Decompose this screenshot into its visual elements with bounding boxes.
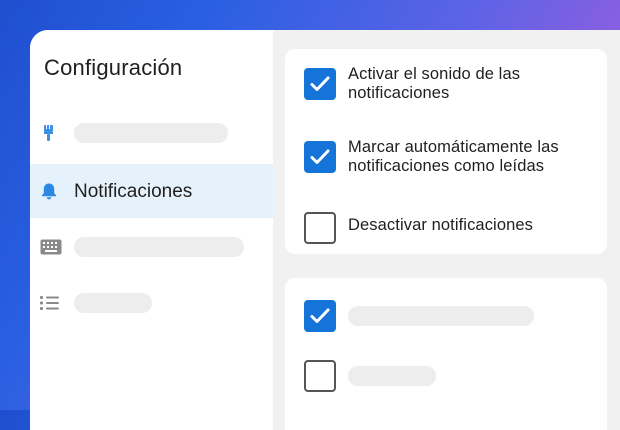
checkbox-unchecked[interactable] — [304, 212, 336, 244]
checkmark-icon — [310, 308, 330, 323]
option-placeholder — [348, 366, 436, 386]
content-panel: Activar el sonido de las notificaciones … — [273, 30, 620, 430]
keyboard-icon — [40, 239, 62, 257]
notifications-card: Activar el sonido de las notificaciones … — [285, 49, 607, 254]
sidebar-item-placeholder — [74, 293, 152, 313]
settings-window: Configuración Notificaciones Activar el … — [30, 30, 620, 430]
checkmark-icon — [310, 76, 330, 91]
list-icon — [40, 295, 60, 313]
sidebar-item-keyboard[interactable] — [30, 220, 273, 274]
bell-icon — [40, 182, 58, 200]
checkmark-icon — [310, 149, 330, 164]
sidebar-item-placeholder — [74, 237, 244, 257]
option-label: Marcar automáticamente las notificacione… — [348, 138, 559, 175]
checkbox-checked[interactable] — [304, 68, 336, 100]
secondary-card — [285, 278, 607, 430]
sidebar-item-label: Notificaciones — [74, 181, 193, 202]
checkbox-checked[interactable] — [304, 300, 336, 332]
sidebar: Configuración Notificaciones — [30, 30, 273, 410]
option-label: Desactivar notificaciones — [348, 216, 533, 234]
paintbrush-icon — [40, 124, 58, 142]
sidebar-item-notifications[interactable]: Notificaciones — [30, 164, 273, 218]
checkbox-unchecked[interactable] — [304, 360, 336, 392]
sidebar-item-placeholder — [74, 123, 228, 143]
sidebar-item-appearance[interactable] — [30, 106, 273, 160]
sidebar-item-list[interactable] — [30, 276, 273, 330]
page-title: Configuración — [44, 55, 183, 80]
checkbox-checked[interactable] — [304, 141, 336, 173]
option-label: Activar el sonido de las notificaciones — [348, 65, 521, 102]
option-placeholder — [348, 306, 534, 326]
